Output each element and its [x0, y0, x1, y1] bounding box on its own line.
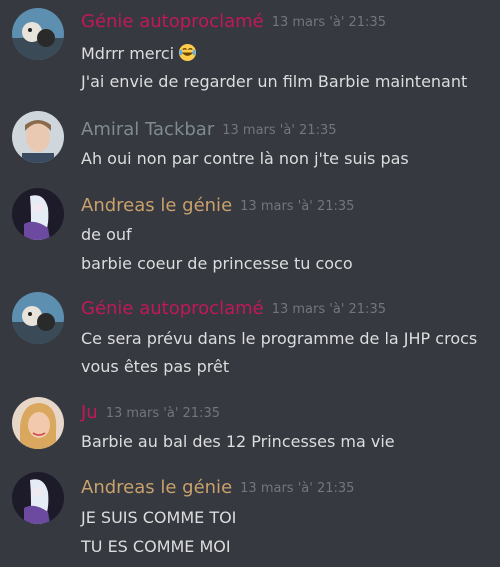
- timestamp: 13 mars 'à' 21:35: [105, 406, 220, 421]
- user-avatar-image: [12, 472, 64, 524]
- timestamp: 13 mars 'à' 21:35: [222, 123, 337, 138]
- author-name[interactable]: Andreas le génie 13 mars 'à' 21:35: [81, 477, 354, 500]
- user-avatar-image: [12, 292, 64, 344]
- message-group: Ju 13 mars 'à' 21:35 Barbie au bal des 12…: [0, 392, 500, 462]
- timestamp: 13 mars 'à' 21:35: [240, 199, 355, 214]
- author-label[interactable]: Amiral Tackbar: [81, 119, 214, 140]
- message-group: Génie autoproclamé 13 mars 'à' 21:35 Mdrr…: [0, 0, 500, 100]
- message-line: Ah oui non par contre là non j'te suis p…: [81, 149, 409, 168]
- message-line: TU ES COMME MOI: [81, 537, 231, 556]
- author-label[interactable]: Andreas le génie: [81, 195, 232, 216]
- user-avatar-image: [12, 111, 64, 163]
- message-group: Amiral Tackbar 13 mars 'à' 21:35 Ah oui n…: [0, 105, 500, 180]
- message-line: Ce sera prévu dans le programme de la JH…: [81, 329, 478, 348]
- author-label[interactable]: Génie autoproclamé: [81, 298, 264, 319]
- message-line: J'ai envie de regarder un film Barbie ma…: [81, 72, 468, 91]
- author-name[interactable]: Génie autoproclamé 13 mars 'à' 21:35: [81, 11, 386, 34]
- message-line: JE SUIS COMME TOI: [81, 508, 237, 527]
- message-line: de ouf: [81, 225, 132, 244]
- message-text: Mdrrr merci: [81, 44, 175, 63]
- message-line: Mdrrr merci: [81, 43, 197, 64]
- avatar[interactable]: [12, 188, 64, 240]
- message-line: Barbie au bal des 12 Princesses ma vie: [81, 432, 395, 451]
- user-avatar-image: [12, 188, 64, 240]
- message-line: vous êtes pas prêt: [81, 357, 230, 376]
- timestamp: 13 mars 'à' 21:35: [271, 302, 386, 317]
- avatar[interactable]: [12, 111, 64, 163]
- author-label[interactable]: Ju: [81, 402, 98, 423]
- avatar[interactable]: [12, 8, 64, 60]
- message-group: Génie autoproclamé 13 mars 'à' 21:35 Ce s…: [0, 287, 500, 387]
- timestamp: 13 mars 'à' 21:35: [271, 15, 386, 30]
- author-name[interactable]: Génie autoproclamé 13 mars 'à' 21:35: [81, 298, 386, 321]
- author-name[interactable]: Amiral Tackbar 13 mars 'à' 21:35: [81, 119, 337, 142]
- joy-emoji-icon: [178, 43, 197, 62]
- message-line: barbie coeur de princesse tu coco: [81, 254, 353, 273]
- avatar[interactable]: [12, 472, 64, 524]
- author-name[interactable]: Andreas le génie 13 mars 'à' 21:35: [81, 195, 354, 218]
- user-avatar-image: [12, 397, 64, 449]
- author-name[interactable]: Ju 13 mars 'à' 21:35: [81, 402, 220, 425]
- avatar[interactable]: [12, 397, 64, 449]
- author-label[interactable]: Génie autoproclamé: [81, 11, 264, 32]
- timestamp: 13 mars 'à' 21:35: [240, 481, 355, 496]
- avatar[interactable]: [12, 292, 64, 344]
- user-avatar-image: [12, 8, 64, 60]
- message-group: Andreas le génie 13 mars 'à' 21:35 JE SUI…: [0, 467, 500, 567]
- message-group: Andreas le génie 13 mars 'à' 21:35 de ouf…: [0, 183, 500, 283]
- author-label[interactable]: Andreas le génie: [81, 477, 232, 498]
